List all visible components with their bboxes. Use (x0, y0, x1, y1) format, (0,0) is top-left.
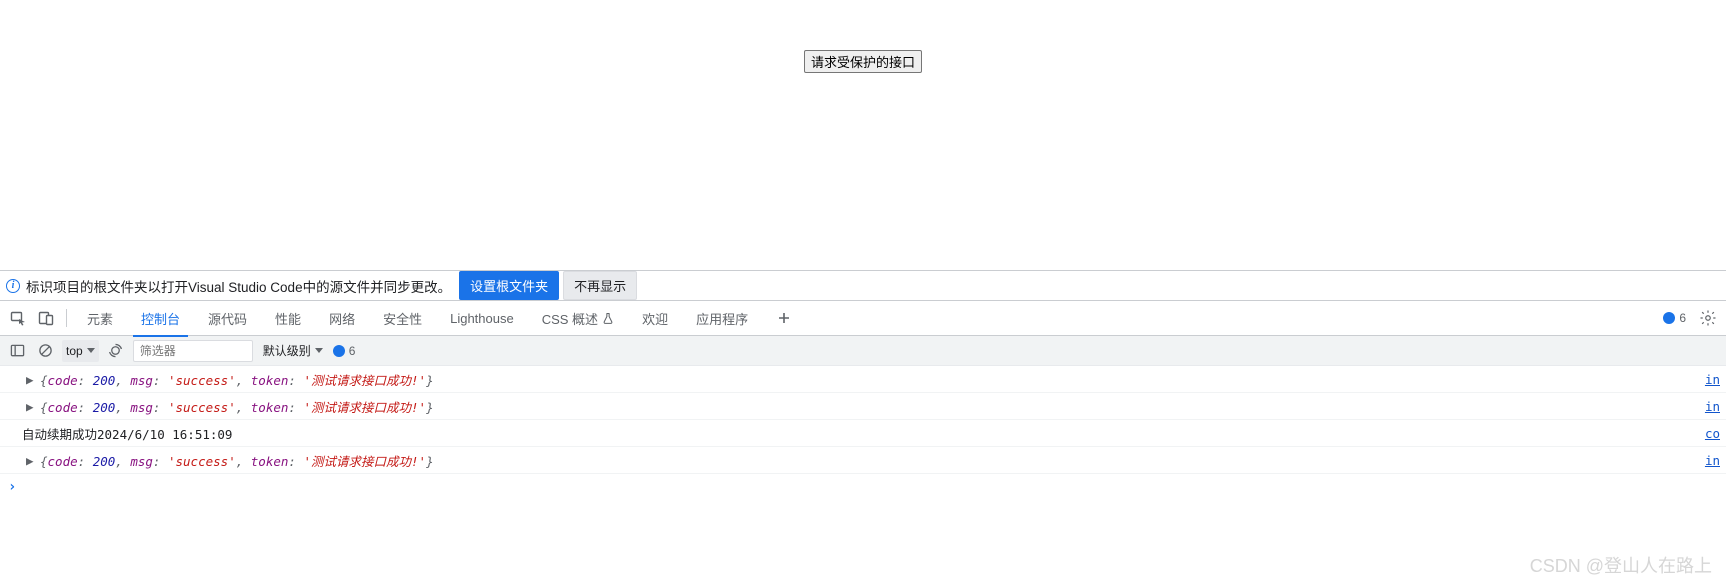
tab-sources[interactable]: 源代码 (196, 300, 259, 336)
infobar-message: 标识项目的根文件夹以打开Visual Studio Code中的源文件并同步更改… (26, 276, 451, 296)
hidden-messages-badge[interactable]: 6 (333, 344, 356, 358)
info-badge-count: 6 (1679, 311, 1686, 325)
device-toggle-icon[interactable] (34, 306, 58, 330)
set-root-folder-button[interactable]: 设置根文件夹 (459, 271, 559, 300)
tab-network[interactable]: 网络 (317, 300, 367, 336)
tab-welcome[interactable]: 欢迎 (630, 300, 680, 336)
tab-application[interactable]: 应用程序 (684, 300, 760, 336)
settings-icon[interactable] (1696, 306, 1720, 330)
source-link[interactable]: in (1705, 399, 1722, 414)
console-toolbar: top 默认级别 6 (0, 336, 1726, 366)
source-link[interactable]: in (1705, 372, 1722, 387)
log-row: ▶ {code: 200, msg: 'success', token: '测试… (0, 393, 1726, 420)
info-badge-dot-icon (1663, 312, 1675, 324)
info-dot-icon (333, 345, 345, 357)
dismiss-button[interactable]: 不再显示 (563, 271, 637, 300)
info-icon: i (6, 279, 20, 293)
log-row: ▶ {code: 200, msg: 'success', token: '测试… (0, 366, 1726, 393)
tab-elements[interactable]: 元素 (75, 300, 125, 336)
log-level-label: 默认级别 (263, 342, 311, 359)
live-expression-icon[interactable] (105, 340, 127, 362)
prompt-chevron-icon: › (8, 479, 16, 495)
caret-down-icon (87, 348, 95, 353)
disclosure-triangle-icon[interactable]: ▶ (26, 399, 34, 414)
request-protected-button[interactable]: 请求受保护的接口 (804, 50, 922, 73)
watermark: CSDN @登山人在路上 (1530, 552, 1712, 578)
log-object[interactable]: {code: 200, msg: 'success', token: '测试请求… (40, 397, 434, 416)
console-prompt[interactable]: › (0, 474, 1726, 500)
log-text[interactable]: 自动续期成功2024/6/10 16:51:09 (22, 424, 232, 443)
log-row: 自动续期成功2024/6/10 16:51:09 co (0, 420, 1726, 447)
page-content: 请求受保护的接口 (0, 0, 1726, 270)
filter-input[interactable] (133, 340, 253, 362)
inspect-element-icon[interactable] (6, 306, 30, 330)
issues-badge[interactable]: 6 (1657, 311, 1692, 325)
disclosure-triangle-icon[interactable]: ▶ (26, 453, 34, 468)
tab-security[interactable]: 安全性 (371, 300, 434, 336)
tab-lighthouse[interactable]: Lighthouse (438, 300, 526, 336)
log-object[interactable]: {code: 200, msg: 'success', token: '测试请求… (40, 451, 434, 470)
tab-console[interactable]: 控制台 (129, 300, 192, 336)
flask-icon (602, 312, 614, 324)
context-select-label: top (66, 344, 83, 358)
source-link[interactable]: co (1705, 426, 1722, 441)
log-object[interactable]: {code: 200, msg: 'success', token: '测试请求… (40, 370, 434, 389)
separator (66, 309, 67, 327)
more-tabs-icon[interactable] (772, 306, 796, 330)
devtools-tabstrip: 元素 控制台 源代码 性能 网络 安全性 Lighthouse CSS 概述 欢… (0, 300, 1726, 336)
source-link[interactable]: in (1705, 453, 1722, 468)
context-select[interactable]: top (62, 340, 99, 362)
hidden-messages-count: 6 (349, 344, 356, 358)
console-output: ▶ {code: 200, msg: 'success', token: '测试… (0, 366, 1726, 500)
tab-performance[interactable]: 性能 (263, 300, 313, 336)
toggle-sidebar-icon[interactable] (6, 340, 28, 362)
log-row: ▶ {code: 200, msg: 'success', token: '测试… (0, 447, 1726, 474)
vscode-infobar: i 标识项目的根文件夹以打开Visual Studio Code中的源文件并同步… (0, 270, 1726, 300)
log-level-select[interactable]: 默认级别 (259, 342, 327, 359)
tab-css-overview[interactable]: CSS 概述 (530, 300, 626, 336)
caret-down-icon (315, 348, 323, 353)
clear-console-icon[interactable] (34, 340, 56, 362)
disclosure-triangle-icon[interactable]: ▶ (26, 372, 34, 387)
